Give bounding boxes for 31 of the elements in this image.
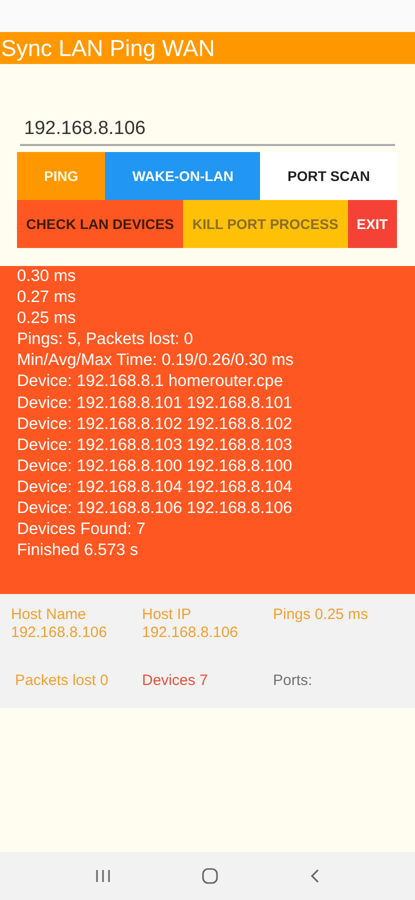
info-text: Pings 0.25 ms	[273, 606, 370, 625]
action-button[interactable]: EXIT	[348, 200, 397, 248]
action-button[interactable]: KILL PORT PROCESS	[183, 200, 348, 248]
log-line: 0.27 ms	[17, 287, 77, 308]
log-line: Device: 192.168.8.103 192.168.8.103	[17, 434, 294, 456]
log-line: 0.25 ms	[17, 308, 77, 330]
log-line: Finished 6.573 s	[17, 540, 140, 562]
log-line: Pings: 5, Packets lost: 0	[17, 329, 194, 350]
action-button[interactable]: WAKE-ON-LAN	[105, 152, 260, 200]
app-title: Sync LAN Ping WAN	[0, 32, 415, 64]
log-line: Device: 192.168.8.1 homerouter.cpe	[17, 371, 284, 392]
address-input-field[interactable]: 192.168.8.106	[20, 114, 395, 146]
log-line: Device: 192.168.8.101 192.168.8.101	[17, 392, 294, 414]
info-text: Devices 7	[142, 671, 209, 691]
log-line: Device: 192.168.8.100 192.168.8.100	[17, 456, 294, 477]
log-line: Device: 192.168.8.102 192.168.8.102	[17, 414, 294, 435]
action-button[interactable]: CHECK LAN DEVICES	[17, 200, 184, 248]
action-button[interactable]: PORT SCAN	[260, 152, 397, 200]
back-icon[interactable]	[308, 868, 320, 884]
log-line: 0.30 ms	[17, 266, 77, 287]
home-icon[interactable]	[200, 867, 218, 885]
info-text: Ports:	[273, 671, 314, 691]
info-text: Host IP 192.168.8.106	[142, 606, 239, 643]
log-line: Device: 192.168.8.106 192.168.8.106	[17, 498, 294, 520]
recent-apps-icon[interactable]	[94, 869, 110, 883]
log-line: Devices Found: 7	[17, 519, 146, 540]
action-button[interactable]: PING	[17, 152, 106, 200]
log-line: Min/Avg/Max Time: 0.19/0.26/0.30 ms	[17, 350, 295, 372]
info-text: Host Name 192.168.8.106	[11, 606, 108, 643]
log-line: Device: 192.168.8.104 192.168.8.104	[17, 476, 294, 498]
info-text: Packets lost 0	[15, 671, 110, 691]
